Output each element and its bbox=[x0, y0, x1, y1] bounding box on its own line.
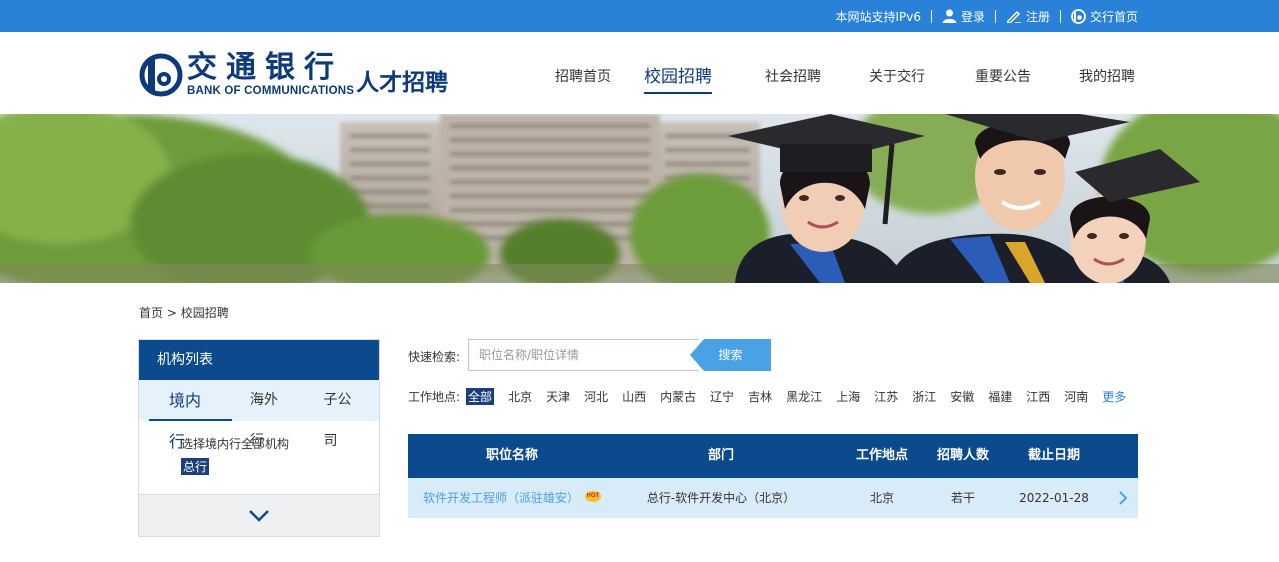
location-jiangsu[interactable]: 江苏 bbox=[874, 388, 898, 405]
tab-overseas[interactable]: 海外行 bbox=[232, 380, 306, 449]
banner-graduates-image bbox=[0, 114, 1279, 283]
location-all[interactable]: 全部 bbox=[466, 388, 495, 405]
location-shanxi[interactable]: 山西 bbox=[622, 388, 646, 405]
header-job-title: 职位名称 bbox=[485, 448, 538, 463]
breadcrumb: 首页 > 校园招聘 bbox=[139, 304, 229, 321]
location-hebei[interactable]: 河北 bbox=[584, 388, 608, 405]
search-button[interactable]: 搜索 bbox=[690, 339, 771, 371]
register-link[interactable]: 注册 bbox=[1006, 8, 1050, 25]
chevron-right-icon[interactable] bbox=[1118, 490, 1128, 506]
separator bbox=[994, 9, 996, 23]
ipv6-notice: 本网站支持IPv6 bbox=[835, 9, 921, 24]
hero-banner bbox=[0, 114, 1279, 283]
top-bar-links: 本网站支持IPv6 登录 注册 交行首页 bbox=[835, 0, 1138, 32]
breadcrumb-home[interactable]: 首页 bbox=[139, 306, 163, 320]
login-label: 登录 bbox=[960, 9, 985, 24]
separator bbox=[1059, 9, 1061, 23]
table-row[interactable]: 软件开发工程师（派驻雄安） HOT 总行-软件开发中心（北京） 北京 若干 202… bbox=[408, 478, 1138, 518]
nav-announcements[interactable]: 重要公告 bbox=[975, 66, 1031, 86]
separator bbox=[930, 9, 932, 23]
tab-subsidiaries[interactable]: 子公司 bbox=[305, 380, 379, 449]
register-label: 注册 bbox=[1025, 9, 1050, 24]
login-link[interactable]: 登录 bbox=[942, 8, 985, 25]
location-more-link[interactable]: 更多 bbox=[1102, 388, 1126, 405]
header-department: 部门 bbox=[707, 448, 734, 463]
location-zhejiang[interactable]: 浙江 bbox=[912, 388, 936, 405]
site-header: 交通银行 BANK OF COMMUNICATIONS 人才招聘 招聘首页 校园… bbox=[0, 32, 1279, 114]
location-liaoning[interactable]: 辽宁 bbox=[710, 388, 734, 405]
location-henan[interactable]: 河南 bbox=[1064, 388, 1088, 405]
nav-recruit-home[interactable]: 招聘首页 bbox=[555, 66, 611, 86]
nav-social-recruit[interactable]: 社会招聘 bbox=[765, 66, 821, 86]
top-bar: 本网站支持IPv6 登录 注册 交行首页 bbox=[0, 0, 1279, 32]
bocom-home-link[interactable]: 交行首页 bbox=[1071, 8, 1138, 25]
nav-my-recruit[interactable]: 我的招聘 bbox=[1079, 66, 1135, 86]
location-label: 工作地点: bbox=[408, 390, 461, 404]
select-all-domestic[interactable]: 选择境内行全部机构 bbox=[181, 435, 379, 452]
location-beijing[interactable]: 北京 bbox=[508, 388, 532, 405]
main-nav: 招聘首页 校园招聘 社会招聘 关于交行 重要公告 我的招聘 bbox=[0, 32, 1279, 114]
user-icon bbox=[942, 9, 957, 23]
org-sidebar: 机构列表 境内行 海外行 子公司 选择境内行全部机构 总行 bbox=[138, 339, 380, 537]
location-shanghai[interactable]: 上海 bbox=[836, 388, 860, 405]
job-title-cell: 软件开发工程师（派驻雄安） HOT bbox=[408, 478, 616, 518]
department-cell: 总行-软件开发中心（北京） bbox=[646, 491, 796, 505]
table-header: 职位名称 部门 工作地点 招聘人数 截止日期 bbox=[408, 434, 1138, 478]
job-title-link[interactable]: 软件开发工程师（派驻雄安） bbox=[423, 491, 579, 505]
location-filter: 工作地点: 全部 北京 天津 河北 山西 内蒙古 辽宁 吉林 黑龙江 上海 江苏… bbox=[408, 388, 1133, 405]
breadcrumb-separator: > bbox=[163, 306, 181, 320]
search-input[interactable] bbox=[468, 339, 698, 371]
expand-list-button[interactable] bbox=[139, 495, 379, 536]
pen-icon bbox=[1006, 10, 1021, 23]
tab-domestic[interactable]: 境内行 bbox=[149, 380, 232, 451]
nav-campus-recruit[interactable]: 校园招聘 bbox=[644, 62, 712, 94]
header-headcount: 招聘人数 bbox=[936, 448, 989, 463]
headcount-cell: 若干 bbox=[950, 491, 975, 505]
sidebar-title: 机构列表 bbox=[139, 340, 379, 380]
chevron-down-icon bbox=[249, 509, 269, 522]
location-jilin[interactable]: 吉林 bbox=[748, 388, 772, 405]
bocom-home-label: 交行首页 bbox=[1089, 9, 1138, 24]
sidebar-tabs: 境内行 海外行 子公司 bbox=[139, 380, 379, 451]
breadcrumb-current[interactable]: 校园招聘 bbox=[181, 306, 229, 320]
hot-badge: HOT bbox=[585, 491, 601, 502]
nav-about-bank[interactable]: 关于交行 bbox=[869, 66, 925, 86]
header-deadline: 截止日期 bbox=[1027, 448, 1080, 463]
location-tianjin[interactable]: 天津 bbox=[546, 388, 570, 405]
bocom-logo-icon bbox=[1071, 8, 1086, 24]
org-item-head-office[interactable]: 总行 bbox=[181, 458, 210, 475]
location-heilongjiang[interactable]: 黑龙江 bbox=[786, 388, 822, 405]
location-fujian[interactable]: 福建 bbox=[988, 388, 1012, 405]
location-anhui[interactable]: 安徽 bbox=[950, 388, 974, 405]
search-label: 快速检索: bbox=[408, 350, 461, 364]
location-inner-mongolia[interactable]: 内蒙古 bbox=[660, 388, 696, 405]
location-jiangxi[interactable]: 江西 bbox=[1026, 388, 1050, 405]
job-table: 职位名称 部门 工作地点 招聘人数 截止日期 软件开发工程师（派驻雄安） HOT … bbox=[408, 434, 1138, 518]
deadline-cell: 2022-01-28 bbox=[1019, 491, 1089, 505]
